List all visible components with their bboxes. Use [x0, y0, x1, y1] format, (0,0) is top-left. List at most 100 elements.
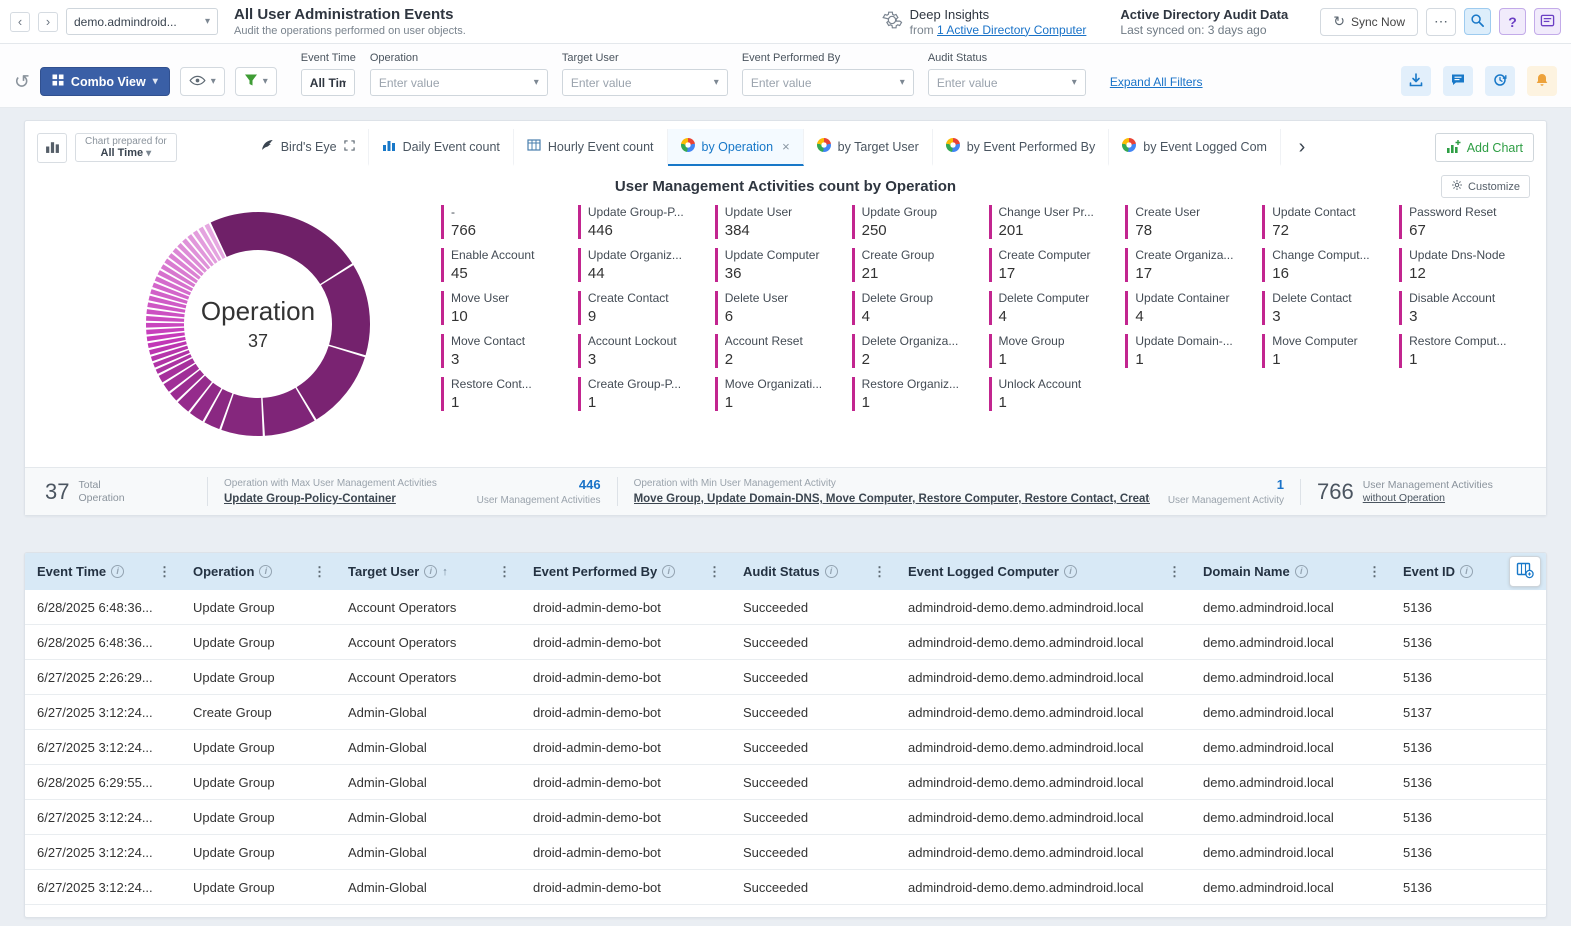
- legend-item[interactable]: Update User 384: [715, 205, 844, 239]
- legend-item[interactable]: Move User 10: [441, 291, 570, 325]
- donut-chart[interactable]: [141, 207, 375, 441]
- back-button[interactable]: ‹: [10, 12, 30, 32]
- chart-tab[interactable]: by Target User: [804, 129, 933, 166]
- without-operation-link[interactable]: without Operation: [1363, 492, 1493, 504]
- table-row[interactable]: 6/27/2025 3:12:24...Create GroupAdmin-Gl…: [25, 695, 1546, 730]
- legend-item[interactable]: Create Group-P... 1: [578, 377, 707, 411]
- donut-segment[interactable]: [146, 323, 184, 328]
- table-row[interactable]: 6/27/2025 2:26:29...Update GroupAccount …: [25, 660, 1546, 695]
- legend-item[interactable]: Unlock Account 1: [989, 377, 1118, 411]
- sync-now-button[interactable]: ↻ Sync Now: [1320, 8, 1418, 36]
- legend-item[interactable]: Delete Organiza... 2: [852, 334, 981, 368]
- column-header[interactable]: Event Performed By i ⋮: [521, 553, 731, 590]
- active-directory-computer-link[interactable]: 1 Active Directory Computer: [937, 23, 1086, 37]
- column-menu-icon[interactable]: ⋮: [496, 564, 513, 580]
- legend-item[interactable]: Change Comput... 16: [1262, 248, 1391, 282]
- info-icon[interactable]: i: [662, 565, 675, 578]
- legend-item[interactable]: Restore Organiz... 1: [852, 377, 981, 411]
- chart-tab[interactable]: Hourly Event count: [514, 129, 668, 166]
- chart-tab[interactable]: by Event Performed By: [933, 129, 1110, 166]
- legend-item[interactable]: Create Contact 9: [578, 291, 707, 325]
- legend-item[interactable]: Create Computer 17: [989, 248, 1118, 282]
- legend-item[interactable]: Move Contact 3: [441, 334, 570, 368]
- filter-input[interactable]: Enter value ▾: [928, 69, 1086, 96]
- expand-all-filters-link[interactable]: Expand All Filters: [1110, 75, 1203, 89]
- column-header[interactable]: Audit Status i ⋮: [731, 553, 896, 590]
- chart-prepared-dropdown[interactable]: Chart prepared for All Time ▾: [75, 133, 177, 162]
- info-icon[interactable]: i: [424, 565, 437, 578]
- filter-button[interactable]: ▾: [235, 67, 277, 96]
- column-header[interactable]: Event Logged Computer i ⋮: [896, 553, 1191, 590]
- column-menu-icon[interactable]: ⋮: [311, 564, 328, 580]
- legend-item[interactable]: Account Reset 2: [715, 334, 844, 368]
- chart-tab[interactable]: Daily Event count: [369, 129, 514, 166]
- legend-item[interactable]: Create User 78: [1125, 205, 1254, 239]
- expand-icon[interactable]: [344, 140, 355, 154]
- view-options-button[interactable]: ▾: [180, 67, 225, 96]
- chart-tab[interactable]: Bird's Eye: [247, 129, 369, 166]
- legend-item[interactable]: Update Computer 36: [715, 248, 844, 282]
- column-header[interactable]: Operation i ⋮: [181, 553, 336, 590]
- help-button[interactable]: ?: [1499, 8, 1526, 35]
- filter-input[interactable]: Enter value ▾: [742, 69, 914, 96]
- info-icon[interactable]: i: [111, 565, 124, 578]
- forward-button[interactable]: ›: [38, 12, 58, 32]
- customize-button[interactable]: Customize: [1441, 175, 1530, 198]
- column-chooser-button[interactable]: [1509, 556, 1541, 587]
- guide-button[interactable]: [1534, 8, 1561, 35]
- legend-item[interactable]: Move Computer 1: [1262, 334, 1391, 368]
- column-menu-icon[interactable]: ⋮: [1366, 564, 1383, 580]
- column-menu-icon[interactable]: ⋮: [706, 564, 723, 580]
- table-row[interactable]: 6/27/2025 3:12:24...Update GroupAdmin-Gl…: [25, 835, 1546, 870]
- legend-item[interactable]: Update Group-P... 446: [578, 205, 707, 239]
- table-row[interactable]: 6/27/2025 3:12:24...Update GroupAdmin-Gl…: [25, 800, 1546, 835]
- legend-item[interactable]: Delete Group 4: [852, 291, 981, 325]
- legend-item[interactable]: Restore Cont... 1: [441, 377, 570, 411]
- schedule-button[interactable]: [1485, 66, 1515, 96]
- filter-input[interactable]: All Time: [301, 69, 355, 96]
- column-menu-icon[interactable]: ⋮: [1166, 564, 1183, 580]
- info-icon[interactable]: i: [1064, 565, 1077, 578]
- table-row[interactable]: 6/28/2025 6:48:36...Update GroupAccount …: [25, 625, 1546, 660]
- table-row[interactable]: 6/27/2025 3:12:24...Update GroupAdmin-Gl…: [25, 730, 1546, 765]
- combo-view-button[interactable]: Combo View ▾: [40, 67, 170, 96]
- table-row[interactable]: 6/27/2025 3:12:24...Update GroupAdmin-Gl…: [25, 870, 1546, 905]
- legend-item[interactable]: Delete Computer 4: [989, 291, 1118, 325]
- summary-min-name[interactable]: Move Group, Update Domain-DNS, Move Comp…: [634, 493, 1150, 505]
- chart-tab[interactable]: by Operation ×: [668, 129, 804, 166]
- column-header[interactable]: Target User i ↑ ⋮: [336, 553, 521, 590]
- legend-item[interactable]: Update Organiz... 44: [578, 248, 707, 282]
- legend-item[interactable]: Update Domain-... 1: [1125, 334, 1254, 368]
- legend-item[interactable]: Restore Comput... 1: [1399, 334, 1528, 368]
- legend-item[interactable]: Create Organiza... 17: [1125, 248, 1254, 282]
- info-icon[interactable]: i: [825, 565, 838, 578]
- legend-item[interactable]: Delete User 6: [715, 291, 844, 325]
- legend-item[interactable]: Account Lockout 3: [578, 334, 707, 368]
- column-menu-icon[interactable]: ⋮: [156, 564, 173, 580]
- column-header[interactable]: Domain Name i ⋮: [1191, 553, 1391, 590]
- close-icon[interactable]: ×: [782, 139, 790, 154]
- alerts-button[interactable]: [1527, 66, 1557, 96]
- legend-item[interactable]: Enable Account 45: [441, 248, 570, 282]
- column-header[interactable]: Event Time i ⋮: [25, 553, 181, 590]
- filter-input[interactable]: Enter value ▾: [370, 69, 548, 96]
- table-row[interactable]: 6/28/2025 6:29:55...Update GroupAdmin-Gl…: [25, 765, 1546, 800]
- tenant-dropdown[interactable]: demo.admindroid... ▾: [66, 8, 218, 35]
- tabs-scroll-right-button[interactable]: ›: [1289, 135, 1315, 161]
- chart-type-button[interactable]: [37, 133, 67, 163]
- summary-max-name[interactable]: Update Group-Policy-Container: [224, 493, 437, 505]
- info-icon[interactable]: i: [259, 565, 272, 578]
- info-icon[interactable]: i: [1460, 565, 1473, 578]
- legend-item[interactable]: Password Reset 67: [1399, 205, 1528, 239]
- chart-tab[interactable]: by Event Logged Com: [1109, 129, 1281, 166]
- search-button[interactable]: [1464, 8, 1491, 35]
- legend-item[interactable]: Change User Pr... 201: [989, 205, 1118, 239]
- add-chart-button[interactable]: Add Chart: [1435, 133, 1534, 162]
- legend-item[interactable]: Update Container 4: [1125, 291, 1254, 325]
- donut-segment[interactable]: [211, 212, 353, 284]
- legend-item[interactable]: Create Group 21: [852, 248, 981, 282]
- more-options-button[interactable]: ⋯: [1426, 8, 1456, 36]
- reset-filters-button[interactable]: ↺: [14, 71, 30, 94]
- table-row[interactable]: 6/28/2025 6:48:36...Update GroupAccount …: [25, 590, 1546, 625]
- download-button[interactable]: [1401, 66, 1431, 96]
